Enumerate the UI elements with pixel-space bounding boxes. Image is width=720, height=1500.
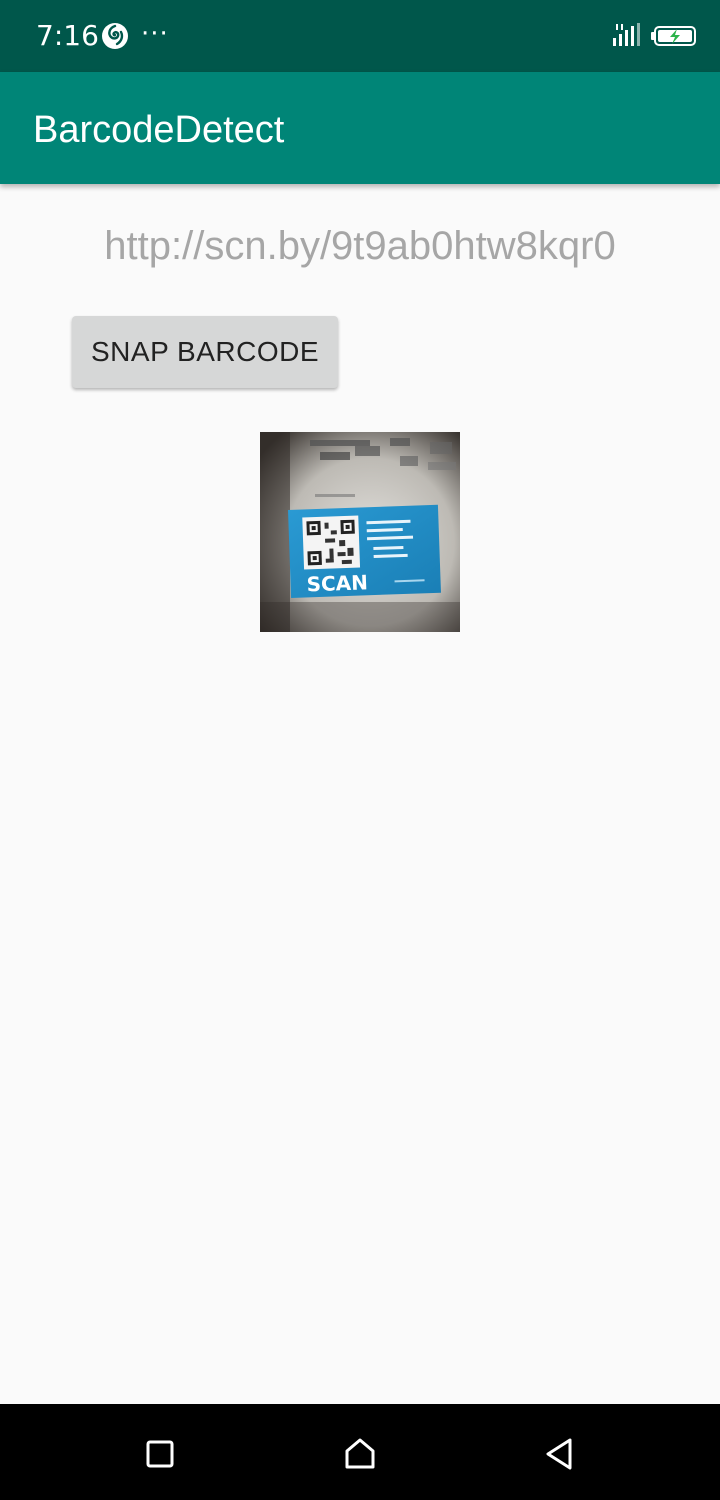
barcode-result-value: http://scn.by/9t9ab0htw8kqr0 xyxy=(104,224,616,268)
home-icon[interactable] xyxy=(340,1434,380,1474)
app-notification-icon xyxy=(102,23,128,49)
battery-charging-icon xyxy=(651,26,696,46)
barcode-result-text: http://scn.by/9t9ab0htw8kqr0 xyxy=(0,222,720,270)
photo-scan-text: SCAN xyxy=(306,570,368,596)
recents-icon[interactable] xyxy=(140,1434,180,1474)
status-bar: 7:16 ··· xyxy=(0,0,720,72)
barcode-photo: SCAN xyxy=(260,432,460,632)
barcode-photo-image: SCAN xyxy=(260,432,460,632)
snap-barcode-button[interactable]: SNAP BARCODE xyxy=(72,316,338,388)
back-icon[interactable] xyxy=(540,1434,580,1474)
app-title: BarcodeDetect xyxy=(33,109,285,151)
app-bar: BarcodeDetect xyxy=(0,72,720,184)
status-time: 7:16 xyxy=(36,19,99,52)
more-notifications-icon: ··· xyxy=(141,19,169,49)
navigation-bar xyxy=(0,1404,720,1500)
signal-icon xyxy=(613,23,640,46)
